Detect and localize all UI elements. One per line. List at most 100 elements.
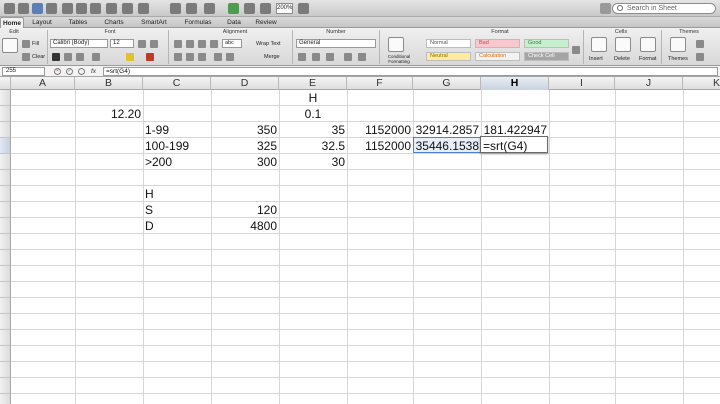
cell-e5[interactable]: 30: [279, 155, 347, 170]
format-cells-icon[interactable]: [640, 37, 656, 52]
cell-c3[interactable]: 1-99: [143, 123, 211, 138]
text-orientation-select[interactable]: abc: [222, 39, 242, 48]
row-header[interactable]: [0, 314, 11, 330]
cell-f4[interactable]: 1152000: [347, 139, 413, 154]
row-header[interactable]: [0, 330, 11, 346]
cell-h3[interactable]: 181.422947: [481, 123, 549, 138]
function-icon[interactable]: fx: [91, 66, 96, 77]
fill-color-icon[interactable]: [126, 53, 134, 61]
font-color-icon[interactable]: [146, 53, 154, 61]
cell-e1[interactable]: H: [279, 91, 347, 106]
row-header[interactable]: [0, 138, 11, 154]
outdent-icon[interactable]: [214, 53, 222, 61]
percent-icon[interactable]: [312, 53, 320, 61]
column-header-j[interactable]: J: [615, 77, 683, 90]
row-header[interactable]: [0, 90, 11, 106]
paste-icon[interactable]: [2, 38, 18, 53]
merge-button[interactable]: Merge: [264, 52, 280, 62]
tab-home[interactable]: Home: [0, 17, 24, 28]
column-header-c[interactable]: C: [143, 77, 211, 90]
conditional-formatting-icon[interactable]: [388, 37, 404, 52]
cell-e3[interactable]: 35: [279, 123, 347, 138]
indent-icon[interactable]: [226, 53, 234, 61]
cell-d3[interactable]: 350: [211, 123, 279, 138]
clear-button[interactable]: Clear: [32, 52, 45, 62]
style-bad[interactable]: Bad: [475, 39, 520, 48]
cell-c7[interactable]: H: [143, 187, 211, 202]
autosum-icon[interactable]: [170, 3, 181, 14]
tab-review[interactable]: Review: [250, 17, 282, 28]
search-input[interactable]: Search in Sheet: [612, 3, 716, 14]
align-center-icon[interactable]: [186, 40, 194, 48]
tab-tables[interactable]: Tables: [62, 17, 94, 28]
open-folder-icon[interactable]: [18, 3, 29, 14]
conditional-formatting-button[interactable]: Conditional Formatting: [380, 54, 418, 64]
comma-icon[interactable]: [326, 53, 334, 61]
column-header-a[interactable]: A: [11, 77, 75, 90]
column-header-f[interactable]: F: [347, 77, 413, 90]
tab-data[interactable]: Data: [222, 17, 246, 28]
cut-icon[interactable]: [62, 3, 73, 14]
undo-icon[interactable]: [122, 3, 133, 14]
formula-input[interactable]: =srt(G4): [103, 67, 718, 76]
justify-icon[interactable]: [210, 40, 218, 48]
cell-c4[interactable]: 100-199: [143, 139, 211, 154]
more-icon[interactable]: [78, 68, 85, 75]
row-header[interactable]: [0, 282, 11, 298]
increase-decimal-icon[interactable]: [344, 53, 352, 61]
cell-d9[interactable]: 4800: [211, 219, 279, 234]
align-right-icon[interactable]: [198, 40, 206, 48]
row-header[interactable]: [0, 122, 11, 138]
cell-h4[interactable]: =srt(G4): [481, 139, 549, 154]
style-calculation[interactable]: Calculation: [475, 52, 520, 61]
print-icon[interactable]: [46, 3, 57, 14]
row-header[interactable]: [0, 266, 11, 282]
save-icon[interactable]: [32, 3, 43, 14]
format-button[interactable]: Format: [639, 54, 656, 64]
row-header[interactable]: [0, 154, 11, 170]
delete-button[interactable]: Delete: [614, 54, 630, 64]
increase-font-icon[interactable]: [138, 40, 146, 48]
cell-c9[interactable]: D: [143, 219, 211, 234]
borders-icon[interactable]: [92, 53, 100, 61]
decrease-decimal-icon[interactable]: [358, 53, 366, 61]
currency-icon[interactable]: [298, 53, 306, 61]
row-header[interactable]: [0, 234, 11, 250]
toolbox-icon[interactable]: [244, 3, 255, 14]
row-header[interactable]: [0, 250, 11, 266]
select-all-corner[interactable]: [0, 77, 11, 90]
themes-button[interactable]: Themes: [668, 54, 688, 64]
styles-scroll-icon[interactable]: [572, 46, 580, 54]
zoom-field[interactable]: 200%: [276, 3, 293, 14]
insert-button[interactable]: Insert: [589, 54, 603, 64]
paste-icon[interactable]: [90, 3, 101, 14]
row-header[interactable]: [0, 106, 11, 122]
underline-icon[interactable]: [76, 53, 84, 61]
row-header[interactable]: [0, 298, 11, 314]
cell-b2[interactable]: 12.20: [75, 107, 143, 122]
wrap-text-button[interactable]: Wrap Text: [256, 39, 281, 49]
font-size-select[interactable]: 12: [110, 39, 134, 48]
style-good[interactable]: Good: [524, 39, 569, 48]
column-header-k[interactable]: K: [683, 77, 720, 90]
bold-icon[interactable]: [52, 53, 60, 61]
cell-c8[interactable]: S: [143, 203, 211, 218]
row-header[interactable]: [0, 202, 11, 218]
theme-colors-icon[interactable]: [696, 53, 704, 61]
align-bottom-icon[interactable]: [198, 53, 206, 61]
column-header-h[interactable]: H: [481, 77, 549, 90]
name-box[interactable]: 255: [2, 67, 45, 76]
decrease-font-icon[interactable]: [150, 40, 158, 48]
new-document-icon[interactable]: [4, 3, 15, 14]
enter-icon[interactable]: ✓: [66, 68, 73, 75]
tab-charts[interactable]: Charts: [98, 17, 130, 28]
fill-button[interactable]: Fill: [32, 39, 39, 49]
align-middle-icon[interactable]: [186, 53, 194, 61]
cell-g3[interactable]: 32914.2857: [413, 123, 481, 138]
cell-d5[interactable]: 300: [211, 155, 279, 170]
row-header[interactable]: [0, 378, 11, 394]
number-format-select[interactable]: General: [296, 39, 376, 48]
column-header-e[interactable]: E: [279, 77, 347, 90]
row-header[interactable]: [0, 186, 11, 202]
spreadsheet-grid[interactable]: A B C D E F G H I J K H 12.20 0.1 1-99 3…: [0, 77, 720, 404]
